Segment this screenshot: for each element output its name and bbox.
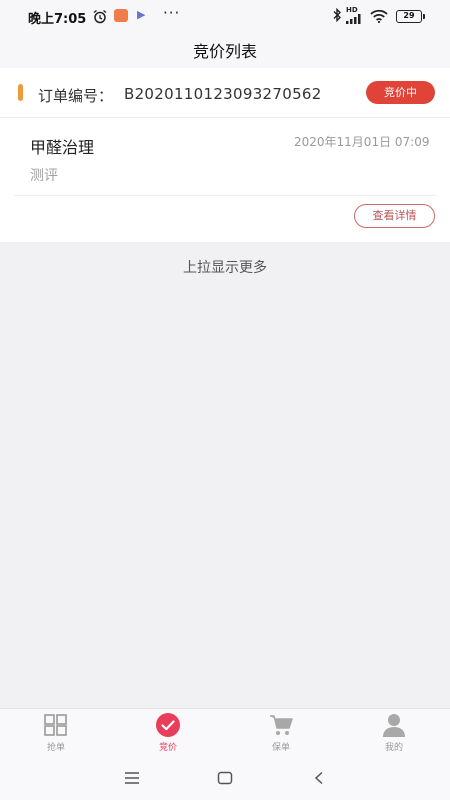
tab-policies[interactable]: 保单 [251,713,311,757]
tab-profile[interactable]: 我的 [364,713,424,757]
wifi-icon [370,8,388,27]
bluetooth-icon [332,7,342,27]
order-marker [18,84,23,101]
tab-label: 抢单 [46,743,65,753]
app-notification-icon [114,9,128,22]
more-notifications-icon: ··· [163,4,181,22]
grid-icon [26,713,86,737]
user-icon [364,713,424,737]
tab-label: 竞价 [158,743,177,753]
tab-label: 我的 [384,743,403,753]
service-type: 测评 [30,168,58,184]
network-type: HD [346,6,358,14]
status-bar: 晚上7:05 ▶ ··· HD 29 [0,0,450,32]
tab-bidding[interactable]: 竞价 [138,713,198,757]
bottom-tab-bar: 抢单 竞价 保单 我的 [0,708,450,756]
service-name: 甲醛治理 [30,138,95,157]
play-notification-icon: ▶ [137,8,146,21]
order-number-label: 订单编号： [38,87,114,105]
status-time: 晚上7:05 [28,12,87,27]
load-more-hint: 上拉显示更多 [183,260,267,276]
order-card[interactable]: 订单编号： B2020110123093270562 竞价中 甲醛治理 2020… [0,68,450,242]
order-number: B2020110123093270562 [124,85,322,103]
signal-icon: HD [346,7,362,24]
menu-icon[interactable] [124,770,140,789]
check-circle-icon [138,713,198,737]
cart-icon [251,713,311,737]
back-icon[interactable] [313,770,325,789]
alarm-icon [92,9,108,28]
card-divider [14,195,436,196]
title-bar: 竞价列表 [0,32,450,68]
battery-icon: 29 [396,10,425,23]
system-navigation-bar [0,756,450,800]
order-date: 2020年11月01日 07:09 [294,135,430,149]
order-header: 订单编号： B2020110123093270562 竞价中 [0,68,450,118]
home-icon[interactable] [217,770,233,789]
page-title: 竞价列表 [192,42,257,61]
tab-grab-orders[interactable]: 抢单 [26,713,86,757]
status-badge: 竞价中 [366,81,435,104]
view-details-button[interactable]: 查看详情 [354,204,435,228]
tab-label: 保单 [271,743,290,753]
